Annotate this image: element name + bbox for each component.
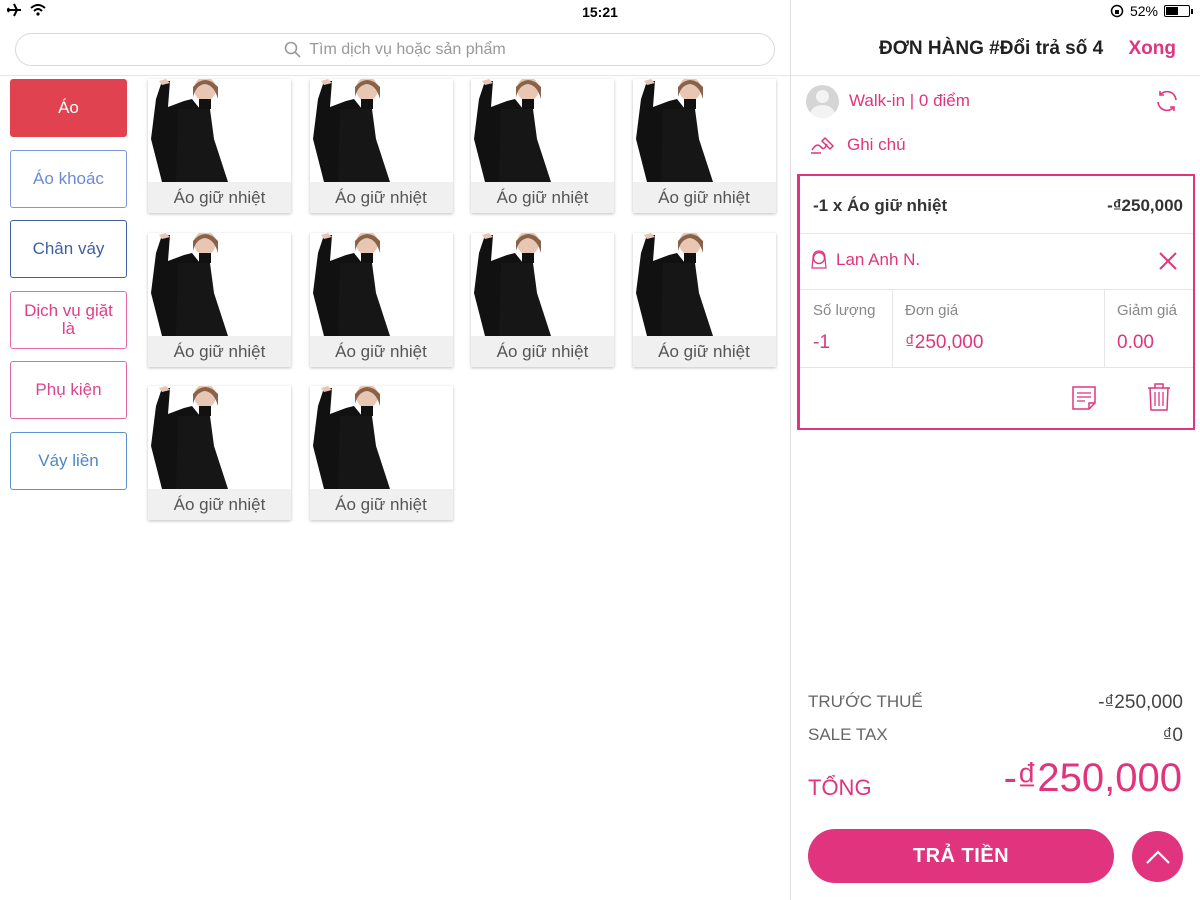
product-name: Áo giữ nhiệt: [148, 489, 291, 520]
subtotal-value: -₫250,000: [1098, 692, 1183, 713]
product-card[interactable]: Áo giữ nhiệt: [632, 79, 776, 213]
total-label: TỔNG: [808, 775, 872, 800]
order-item-card[interactable]: -1 x Áo giữ nhiệt -₫250,000 Lan Anh N. S…: [797, 174, 1195, 430]
product-name: Áo giữ nhiệt: [471, 182, 614, 213]
customer-label: Walk-in | 0 điểm: [849, 91, 970, 110]
order-item-title: -1 x Áo giữ nhiệt: [813, 196, 948, 215]
product-card[interactable]: Áo giữ nhiệt: [148, 232, 291, 367]
category-dich-vu-giat-la[interactable]: Dịch vụ giặt là: [10, 290, 127, 349]
pos-screen: 15:21 52% Tìm dịch vụ hoặc sản phẩm Áo Á…: [0, 0, 1200, 900]
category-label: Dịch vụ giặt là: [24, 300, 113, 338]
category-vay-lien[interactable]: Váy liền: [10, 431, 127, 490]
product-name: Áo giữ nhiệt: [632, 335, 776, 367]
unit-price-value: ₫250,000: [905, 332, 984, 353]
item-fields: Số lượng -1 Đơn giá ₫250,000 Giảm giá 0.…: [800, 290, 1193, 368]
discount-value: 0.00: [1117, 332, 1154, 353]
quantity-label: Số lượng: [813, 302, 876, 319]
product-image: [632, 232, 776, 336]
category-ao[interactable]: Áo: [10, 79, 127, 137]
unit-price-label: Đơn giá: [905, 302, 959, 319]
staff-name: Lan Anh N.: [836, 250, 921, 269]
product-name: Áo giữ nhiệt: [148, 182, 291, 213]
product-image: [471, 79, 614, 182]
avatar: [806, 84, 839, 118]
subtotal-row: TRƯỚC THUẾ -₫250,000: [808, 692, 1183, 714]
note-button[interactable]: Ghi chú: [809, 134, 906, 156]
product-image: [148, 232, 291, 336]
divider: [791, 75, 1200, 76]
order-pane: ĐƠN HÀNG #Đổi trả số 4 Xong Walk-in | 0 …: [790, 0, 1200, 900]
product-image: [309, 386, 453, 489]
tax-value: ₫0: [1162, 725, 1183, 746]
note-label: Ghi chú: [847, 135, 906, 154]
product-image: [309, 79, 453, 182]
order-item-header[interactable]: -1 x Áo giữ nhiệt -₫250,000: [800, 176, 1193, 234]
product-image: [309, 232, 453, 336]
staff-row: Lan Anh N.: [800, 234, 1193, 290]
chevron-up-icon: [1145, 849, 1170, 864]
subtotal-label: TRƯỚC THUẾ: [808, 692, 923, 711]
memo-icon[interactable]: [1070, 384, 1098, 412]
trash-icon[interactable]: [1146, 382, 1172, 412]
product-card[interactable]: Áo giữ nhiệt: [632, 232, 776, 367]
product-card[interactable]: Áo giữ nhiệt: [309, 386, 453, 520]
product-card[interactable]: Áo giữ nhiệt: [471, 79, 614, 213]
order-item-price: -₫250,000: [1107, 196, 1183, 215]
expand-button[interactable]: [1132, 831, 1183, 882]
done-button[interactable]: Xong: [1129, 38, 1177, 60]
quantity-value: -1: [813, 332, 830, 353]
product-card[interactable]: Áo giữ nhiệt: [471, 232, 614, 367]
product-card[interactable]: Áo giữ nhiệt: [148, 79, 291, 213]
handwriting-icon: [811, 136, 835, 154]
category-chan-vay[interactable]: Chân váy: [10, 220, 127, 278]
tax-label: SALE TAX: [808, 725, 888, 744]
customer-selector[interactable]: Walk-in | 0 điểm: [806, 84, 970, 118]
staff-icon: [811, 250, 827, 269]
discount-field[interactable]: Giảm giá 0.00: [1105, 290, 1195, 368]
staff-selector[interactable]: Lan Anh N.: [810, 250, 920, 270]
product-image: [148, 386, 291, 489]
product-name: Áo giữ nhiệt: [471, 335, 614, 367]
search-icon: [284, 41, 301, 58]
category-ao-khoac[interactable]: Áo khoác: [10, 149, 127, 208]
product-name: Áo giữ nhiệt: [148, 335, 291, 367]
product-image: [471, 232, 614, 336]
unit-price-field[interactable]: Đơn giá ₫250,000: [893, 290, 1105, 368]
quantity-field[interactable]: Số lượng -1: [800, 290, 893, 368]
tax-row: SALE TAX ₫0: [808, 725, 1183, 747]
product-card[interactable]: Áo giữ nhiệt: [309, 79, 453, 213]
item-actions: [800, 368, 1193, 428]
product-card[interactable]: Áo giữ nhiệt: [309, 232, 453, 367]
product-card[interactable]: Áo giữ nhiệt: [148, 386, 291, 520]
pay-button[interactable]: TRẢ TIỀN: [808, 829, 1114, 883]
divider: [0, 75, 790, 76]
order-title: ĐƠN HÀNG #Đổi trả số 4: [879, 38, 1104, 59]
close-icon[interactable]: [1157, 250, 1179, 272]
product-name: Áo giữ nhiệt: [309, 489, 453, 520]
product-image: [632, 79, 776, 182]
product-name: Áo giữ nhiệt: [632, 182, 776, 213]
refresh-icon[interactable]: [1154, 88, 1180, 114]
total-value: -₫250,000: [1003, 756, 1182, 800]
product-name: Áo giữ nhiệt: [309, 182, 453, 213]
product-image: [148, 79, 291, 182]
category-phu-kien[interactable]: Phụ kiện: [10, 361, 127, 419]
category-list: Áo Áo khoác Chân váy Dịch vụ giặt là Phụ…: [10, 79, 127, 502]
search-placeholder: Tìm dịch vụ hoặc sản phẩm: [309, 40, 506, 58]
product-name: Áo giữ nhiệt: [309, 335, 453, 367]
search-input[interactable]: Tìm dịch vụ hoặc sản phẩm: [15, 33, 775, 66]
discount-label: Giảm giá: [1117, 302, 1178, 319]
catalog-pane: Tìm dịch vụ hoặc sản phẩm Áo Áo khoác Ch…: [0, 24, 790, 900]
